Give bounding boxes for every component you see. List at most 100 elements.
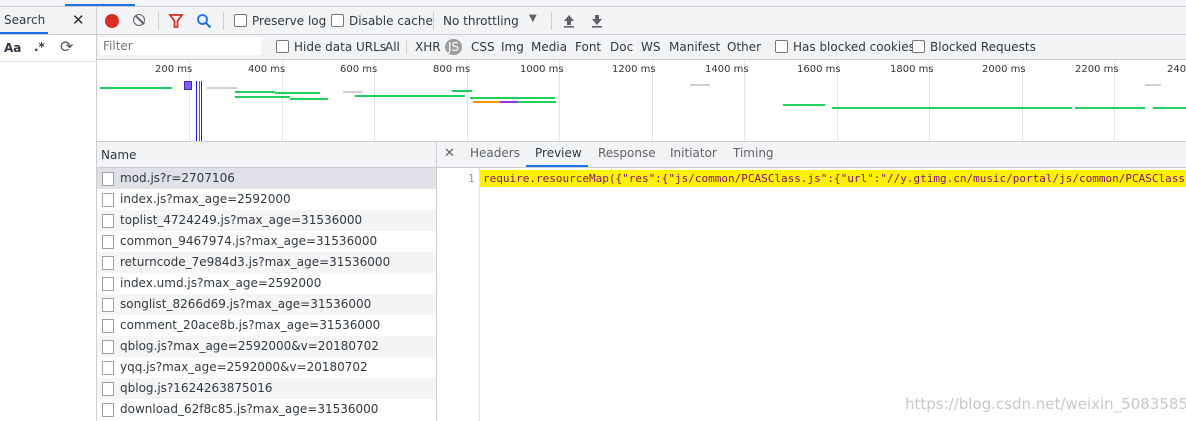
preserve-log-box[interactable] [234,14,247,27]
type-filter-other[interactable]: Other [727,40,761,54]
type-filter-css[interactable]: CSS [471,40,495,54]
request-row[interactable]: index.js?max_age=2592000 [97,189,436,210]
request-row[interactable]: qblog.js?1624263875016 [97,378,436,399]
type-filter-xhr[interactable]: XHR [415,40,441,54]
tab-headers[interactable]: Headers [470,146,520,160]
request-row[interactable]: returncode_7e984d3.js?max_age=31536000 [97,252,436,273]
disable-cache-checkbox[interactable]: Disable cache [331,14,433,28]
request-row[interactable]: download_62f8c85.js?max_age=31536000 [97,399,436,420]
close-details-icon[interactable]: ✕ [444,146,455,161]
toolbar-divider [158,12,159,30]
overview-bar [1075,107,1145,109]
overview-bar [290,98,328,100]
tabbar-edge [0,0,1186,7]
filter-input[interactable] [99,37,261,55]
search-tab[interactable]: Search [4,13,45,27]
request-row[interactable]: comment_20ace8b.js?max_age=31536000 [97,315,436,336]
search-tab-underline [0,32,48,34]
request-name: qblog.js?1624263875016 [120,381,273,395]
request-name: comment_20ace8b.js?max_age=31536000 [120,318,381,332]
hide-data-urls-checkbox[interactable]: Hide data URLs [276,40,386,54]
search-icon[interactable] [196,13,212,29]
overview-bar [355,95,465,97]
request-name: mod.js?r=2707106 [120,171,235,185]
has-blocked-cookies-box[interactable] [775,40,788,53]
type-divider [406,40,407,54]
type-filter-font[interactable]: Font [575,40,601,54]
overview-marker [184,81,192,90]
type-filter-ws[interactable]: WS [641,40,660,54]
load-event-line-2 [201,81,202,141]
document-icon [102,277,114,291]
tab-initiator[interactable]: Initiator [670,146,717,160]
search-panel [0,7,97,421]
request-row[interactable]: common_9467974.js?max_age=31536000 [97,231,436,252]
timeline-tick: 1000 ms [520,64,564,75]
document-icon [102,361,114,375]
name-header-label: Name [101,148,137,162]
refresh-icon[interactable]: ⟳ [60,37,73,56]
request-row[interactable]: songlist_8266d69.js?max_age=31536000 [97,294,436,315]
line-gutter [437,168,480,421]
request-name: qblog.js?max_age=2592000&v=20180702 [120,339,379,353]
request-row[interactable]: yqq.js?max_age=2592000&v=20180702 [97,357,436,378]
preserve-log-checkbox[interactable]: Preserve log [234,14,326,28]
hide-data-urls-label: Hide data URLs [294,40,387,54]
hide-data-urls-box[interactable] [276,40,289,53]
tab-timing[interactable]: Timing [733,146,774,160]
tab-preview-underline [526,165,588,167]
filter-icon[interactable] [168,13,184,29]
timeline-tick: 800 ms [433,64,471,75]
has-blocked-cookies-checkbox[interactable]: Has blocked cookies [775,40,915,54]
blocked-requests-box[interactable] [912,40,925,53]
tab-preview[interactable]: Preview [535,146,582,160]
record-button[interactable] [105,14,119,28]
disable-cache-box[interactable] [331,14,344,27]
code-line[interactable]: require.resourceMap({"res":{"js/common/P… [483,172,1186,185]
tab-response[interactable]: Response [598,146,656,160]
document-icon [102,193,114,207]
blocked-requests-checkbox[interactable]: Blocked Requests [912,40,1036,54]
regex-button[interactable]: .* [34,40,45,54]
type-filter-js[interactable]: JS [445,39,463,55]
request-row[interactable]: toplist_4724249.js?max_age=31536000 [97,210,436,231]
overview-bar [783,104,825,106]
overview-bar [235,96,290,98]
overview-bar [207,87,237,89]
timeline-tick: 2400 [1167,64,1186,75]
type-filter-doc[interactable]: Doc [610,40,633,54]
type-filter-all[interactable]: All [385,40,400,54]
request-name: toplist_4724249.js?max_age=31536000 [120,213,363,227]
timeline-tick: 200 ms [155,64,193,75]
type-filter-img[interactable]: Img [501,40,524,54]
blocked-requests-label: Blocked Requests [930,40,1036,54]
overview-bar [1153,107,1186,109]
timeline-tick: 2000 ms [982,64,1026,75]
close-search-icon[interactable]: ✕ [72,11,85,29]
timeline-tick: 400 ms [248,64,286,75]
export-har-icon[interactable] [590,13,604,29]
chevron-down-icon[interactable]: ▼ [529,13,537,24]
request-row[interactable]: mod.js?r=2707106 [97,168,436,189]
match-case-button[interactable]: Aa [4,41,21,55]
request-row[interactable]: qblog.js?max_age=2592000&v=20180702 [97,336,436,357]
has-blocked-cookies-label: Has blocked cookies [793,40,915,54]
timeline-tick: 1200 ms [612,64,656,75]
toolbar-divider [551,12,552,30]
import-har-icon[interactable] [562,13,576,29]
preserve-log-label: Preserve log [252,14,327,28]
request-name: returncode_7e984d3.js?max_age=31536000 [120,255,391,269]
request-row[interactable]: index.umd.js?max_age=2592000 [97,273,436,294]
name-column-header[interactable] [97,142,436,168]
disable-cache-label: Disable cache [349,14,433,28]
request-name: yqq.js?max_age=2592000&v=20180702 [120,360,368,374]
type-filter-media[interactable]: Media [531,40,567,54]
request-name: index.umd.js?max_age=2592000 [120,276,322,290]
overview-bar [470,97,555,99]
throttling-select[interactable]: No throttling [443,14,519,28]
toolbar-divider [223,12,224,30]
timeline-tick: 600 ms [340,64,378,75]
document-icon [102,172,114,186]
type-filter-manifest[interactable]: Manifest [669,40,720,54]
request-name: songlist_8266d69.js?max_age=31536000 [120,297,372,311]
